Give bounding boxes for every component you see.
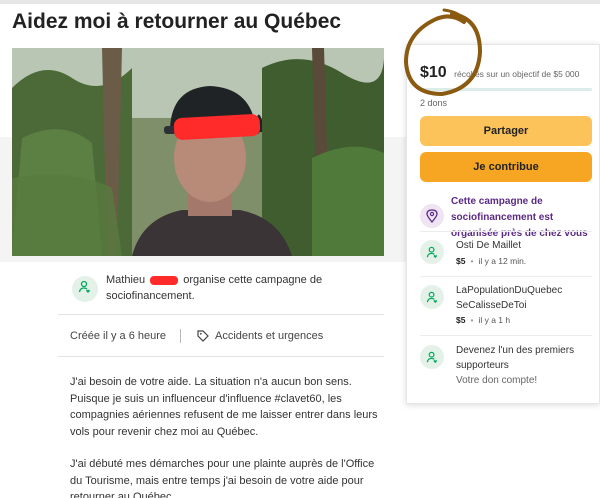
donor-avatar-icon xyxy=(420,285,444,309)
top-strip xyxy=(0,0,600,4)
donation-details: $5 • il y a 1 h xyxy=(456,315,511,325)
donor-name: LaPopulationDuQuebec SeCalisseDeToi xyxy=(456,285,563,311)
donation-amount: $5 xyxy=(456,256,466,266)
donate-button[interactable]: Je contribue xyxy=(420,152,592,182)
amount-raised: $10 récoltés sur un objectif de $5 000 xyxy=(420,64,579,82)
donation-item: LaPopulationDuQuebec SeCalisseDeToi $5 • i… xyxy=(420,283,595,329)
organizer-avatar xyxy=(72,276,98,302)
organizer-text: Mathieu organise cette campagne de socio… xyxy=(106,272,356,304)
story-paragraph: J'ai débuté mes démarches pour une plain… xyxy=(70,458,375,498)
goal-text: récoltés sur un objectif de $5 000 xyxy=(454,69,580,79)
location-notice-text: Cette campagne de sociofinancement est o… xyxy=(451,196,588,239)
progress-bar xyxy=(420,88,592,91)
user-heart-icon xyxy=(78,280,92,299)
campaign-meta: Créée il y a 6 heure Accidents et urgenc… xyxy=(70,329,323,343)
tag-icon xyxy=(197,330,209,342)
donation-time: il y a 12 min. xyxy=(478,256,527,266)
first-supporters-title: Devenez l'un des premiers supporteurs xyxy=(456,345,575,371)
divider xyxy=(420,335,592,336)
user-heart-icon xyxy=(420,345,444,369)
location-pin-icon xyxy=(420,204,444,228)
organizer-name[interactable]: Mathieu xyxy=(106,274,145,286)
donation-count: 2 dons xyxy=(420,98,448,108)
category-link[interactable]: Accidents et urgences xyxy=(215,330,323,342)
campaign-photo xyxy=(12,48,384,256)
donor-name: Osti De Maillet xyxy=(456,240,522,251)
redaction-overlay xyxy=(173,113,261,141)
donation-details: $5 • il y a 12 min. xyxy=(456,256,527,266)
donation-amount: $5 xyxy=(456,315,466,325)
raised-amount: $10 xyxy=(420,64,447,81)
story-paragraph: J'ai besoin de votre aide. La situation … xyxy=(70,376,378,438)
donor-avatar-icon xyxy=(420,240,444,264)
campaign-story: J'ai besoin de votre aide. La situation … xyxy=(70,374,388,498)
page-title: Aidez moi à retourner au Québec xyxy=(12,10,342,33)
first-supporters-prompt: Devenez l'un des premiers supporteurs Vo… xyxy=(420,343,595,393)
divider xyxy=(180,329,181,343)
divider xyxy=(58,356,384,357)
donation-time: il y a 1 h xyxy=(478,315,511,325)
created-time: Créée il y a 6 heure xyxy=(70,330,166,342)
progress-fill xyxy=(420,88,422,91)
donation-item: Osti De Maillet $5 • il y a 12 min. xyxy=(420,238,595,270)
divider xyxy=(420,231,592,232)
share-button[interactable]: Partager xyxy=(420,116,592,146)
divider xyxy=(420,276,592,277)
divider xyxy=(58,314,384,315)
first-supporters-subtitle: Votre don compte! xyxy=(456,375,538,386)
redaction-overlay xyxy=(150,275,179,285)
